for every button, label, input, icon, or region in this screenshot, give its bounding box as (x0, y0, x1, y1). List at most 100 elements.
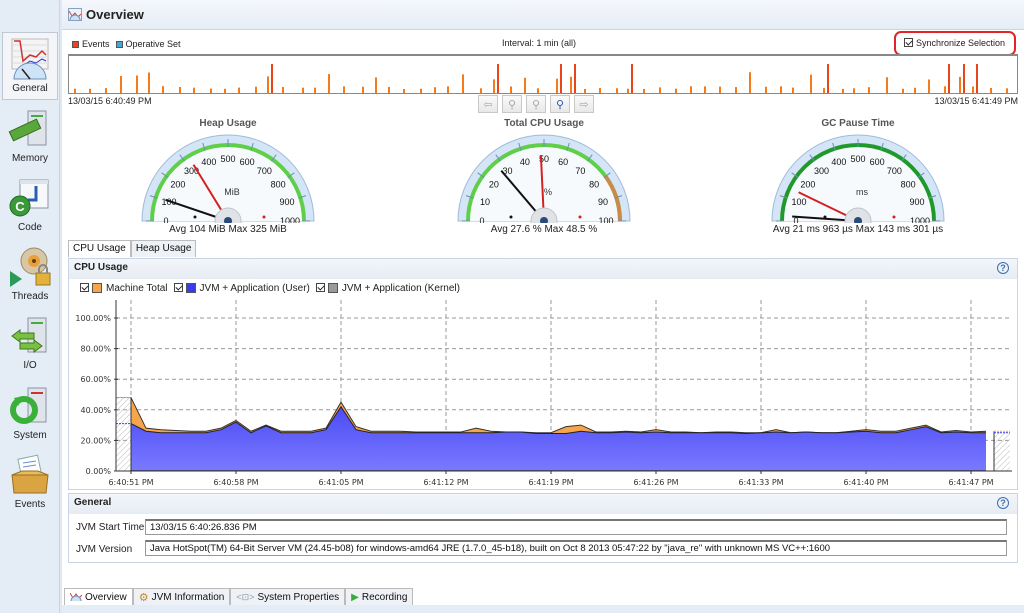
event-marker (388, 86, 390, 93)
properties-icon: <⊡> (236, 591, 255, 602)
event-marker (271, 64, 273, 93)
tab-cpu-usage[interactable]: CPU Usage (68, 240, 131, 257)
max-marker (578, 215, 582, 219)
x-tick-label: 6:41:47 PM (948, 478, 993, 487)
zoom-out-button[interactable]: ⚲ (502, 95, 522, 113)
jvm-version-label: JVM Version (76, 544, 133, 555)
legend-jvm-kernel[interactable]: JVM + Application (Kernel) (315, 283, 460, 294)
sidebar-item-memory[interactable]: Memory (2, 103, 58, 171)
x-tick-label: 6:41:33 PM (738, 478, 783, 487)
gauge-tick-label: 60 (558, 157, 568, 167)
event-marker (675, 88, 677, 93)
main-panel: Overview Events Operative Set Interval: … (62, 0, 1024, 613)
zoom-all-icon: ⚲ (531, 98, 541, 111)
event-marker (599, 87, 601, 93)
event-marker (210, 88, 212, 93)
sidebar-item-io[interactable]: I/O (2, 310, 58, 378)
avg-marker (193, 215, 197, 219)
legend-jvm-user[interactable]: JVM + Application (User) (173, 283, 310, 294)
gauge-tick-label: 800 (271, 180, 286, 190)
section-header: General ? (69, 494, 1017, 514)
sidebar-item-system[interactable]: System (2, 380, 58, 448)
sync-label: Synchronize Selection (916, 38, 1006, 48)
y-tick-label: 60.00% (80, 375, 111, 384)
event-marker (574, 64, 576, 93)
event-marker (524, 77, 526, 93)
zoom-all-button[interactable]: ⚲ (526, 95, 546, 113)
overview-icon (69, 590, 83, 604)
gears-icon: ⚙ (138, 591, 149, 604)
sidebar: General Memory C Code Threads I/O System (0, 0, 60, 613)
event-marker (810, 74, 812, 93)
tab-system-properties[interactable]: <⊡> System Properties (230, 588, 346, 606)
event-marker (420, 88, 422, 93)
gauge-tick-label: 600 (240, 157, 255, 167)
cpu-usage-chart[interactable]: 0.00% 20.00% 40.00% 60.00% 80.00% 100.00% 6:40… (62, 295, 1024, 490)
gauge-title: GC Pause Time (821, 118, 895, 129)
event-marker (643, 88, 645, 93)
x-tick-label: 6:40:58 PM (213, 478, 258, 487)
help-icon[interactable]: ? (997, 497, 1009, 509)
sidebar-item-label: Memory (11, 153, 49, 164)
event-marker (462, 74, 464, 93)
jvm-version-field[interactable]: Java HotSpot(TM) 64-Bit Server VM (24.45… (145, 540, 1007, 556)
event-marker (314, 87, 316, 93)
general-gauge-icon (8, 37, 52, 81)
event-marker (972, 86, 974, 93)
event-marker (556, 78, 558, 93)
help-icon[interactable]: ? (997, 262, 1009, 274)
event-marker (928, 79, 930, 93)
checkbox-checked[interactable] (904, 38, 913, 47)
sidebar-item-events[interactable]: Events (2, 449, 58, 517)
forward-button[interactable]: ⇨ (574, 95, 594, 113)
jvm-start-time-field[interactable]: 13/03/15 6:40:26.836 PM (145, 519, 1007, 535)
gauge-tick-label: 400 (201, 157, 216, 167)
gauge-tick-label: 500 (850, 154, 865, 164)
system-icon (8, 384, 52, 428)
x-tick-label: 6:40:51 PM (108, 478, 153, 487)
event-marker (584, 88, 586, 93)
event-marker (959, 76, 961, 93)
sidebar-item-threads[interactable]: Threads (2, 241, 58, 309)
tab-heap-usage[interactable]: Heap Usage (130, 240, 197, 257)
tab-overview[interactable]: Overview (64, 588, 133, 606)
gauge-tick-label: 80 (589, 180, 599, 190)
event-marker (282, 86, 284, 93)
synchronize-selection-checkbox[interactable]: Synchronize Selection (894, 31, 1016, 56)
back-button[interactable]: ⇦ (478, 95, 498, 113)
event-marker (136, 75, 138, 93)
tab-recording[interactable]: ▶ Recording (345, 588, 414, 606)
gauge-tick-label: 1000 (910, 216, 930, 223)
gauge-tick-label: 40 (520, 157, 530, 167)
gauge-tick-label: 900 (279, 197, 294, 207)
event-marker (976, 64, 978, 93)
zoom-in-button[interactable]: ⚲ (550, 95, 570, 113)
event-marker (447, 86, 449, 93)
event-marker (842, 88, 844, 93)
sidebar-item-code[interactable]: C Code (2, 172, 58, 240)
threads-icon (8, 245, 52, 289)
event-marker (510, 86, 512, 93)
event-marker (704, 86, 706, 93)
event-marker (616, 88, 618, 93)
event-marker (434, 87, 436, 93)
gauge-summary: Avg 27.6 % Max 48.5 % (490, 224, 598, 235)
gauge-tick-label: 100 (792, 197, 807, 207)
gauge-tick-label: 70 (575, 166, 585, 176)
jvm-start-time-label: JVM Start Time (76, 522, 145, 533)
event-marker (362, 86, 364, 93)
bottom-tabs: Overview ⚙ JVM Information <⊡> System Pr… (64, 588, 414, 606)
events-timeline[interactable] (68, 54, 1018, 94)
legend-machine-total[interactable]: Machine Total (80, 283, 168, 294)
sidebar-item-general[interactable]: General (2, 32, 58, 100)
heap-usage-gauge: Heap Usage 01002003004005006007008009001… (133, 115, 323, 240)
event-marker (690, 86, 692, 93)
events-icon (8, 453, 52, 497)
svg-text:C: C (15, 199, 25, 214)
tab-jvm-information[interactable]: ⚙ JVM Information (132, 588, 231, 606)
gauge-tick-label: 0 (163, 216, 168, 223)
event-marker (74, 88, 76, 93)
event-marker (823, 88, 825, 93)
event-marker (719, 86, 721, 93)
event-marker (902, 88, 904, 93)
